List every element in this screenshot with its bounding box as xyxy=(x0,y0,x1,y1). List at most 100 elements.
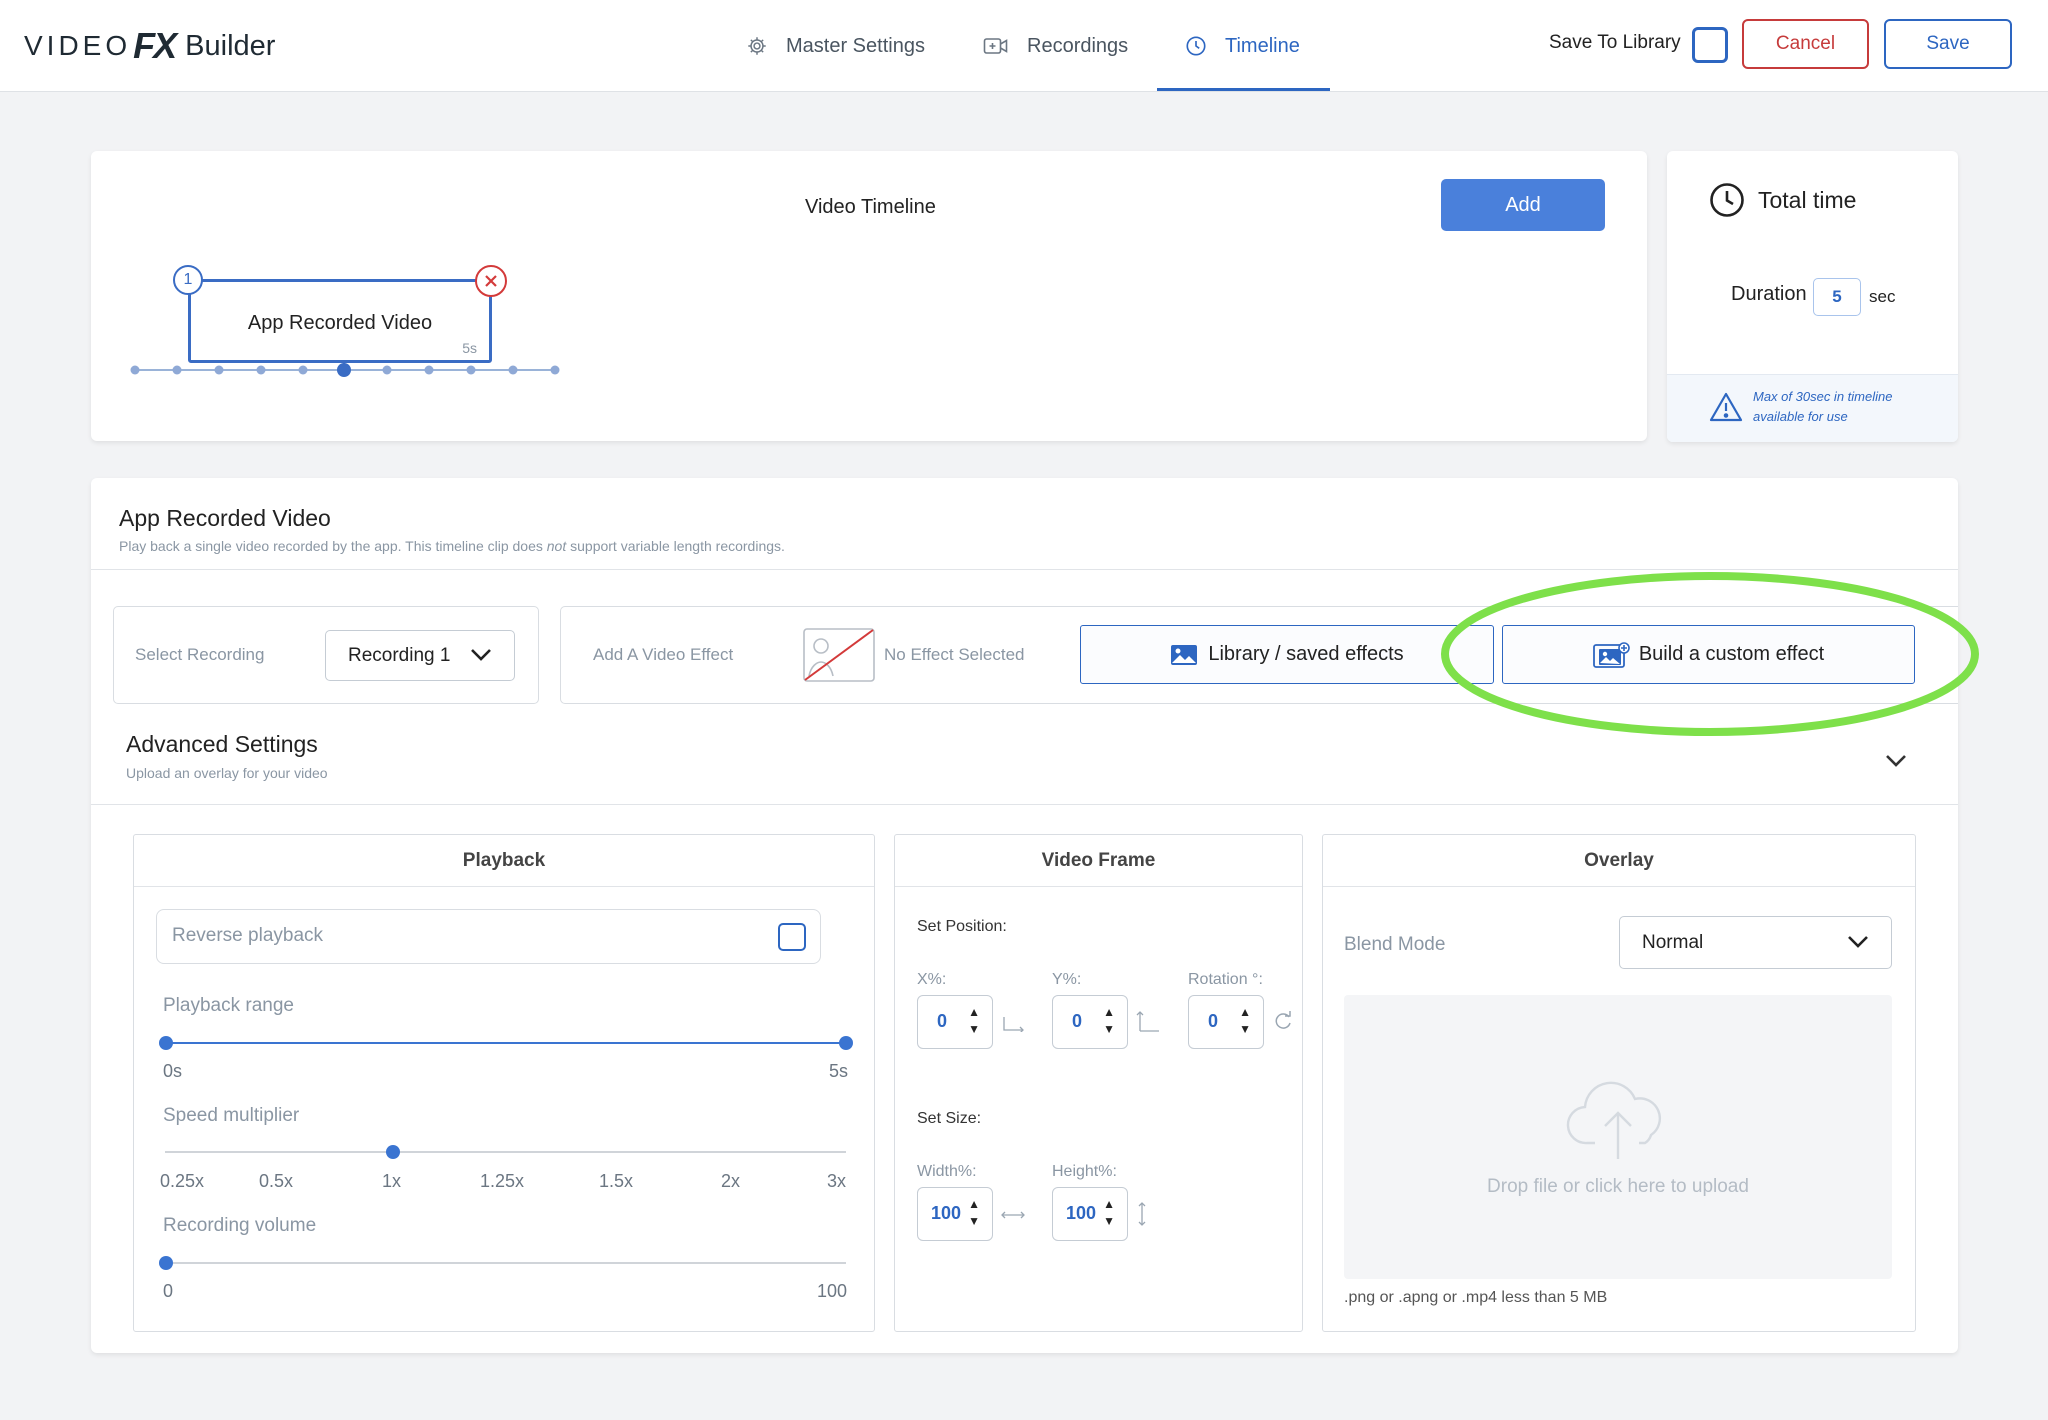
duration-unit: sec xyxy=(1869,287,1896,306)
y-percent-label: Y%: xyxy=(1052,971,1082,988)
x-percent-value: 0 xyxy=(936,1011,947,1031)
blend-mode-label: Blend Mode xyxy=(1344,934,1446,955)
select-recording-label: Select Recording xyxy=(135,645,265,664)
timeline-clip[interactable]: App Recorded Video 5s xyxy=(188,279,492,363)
advanced-settings-title: Advanced Settings xyxy=(126,731,318,757)
app-logo[interactable]: VIDEO FX Builder xyxy=(24,25,275,66)
set-position-label: Set Position: xyxy=(917,918,1007,935)
height-percent-label: Height%: xyxy=(1052,1163,1117,1180)
speed-tick: 1x xyxy=(382,1171,402,1191)
width-percent-stepper[interactable]: 100 ▲ ▼ xyxy=(917,1187,993,1241)
advanced-settings-subtitle: Upload an overlay for your video xyxy=(126,765,328,781)
chevron-down-icon xyxy=(1847,933,1869,955)
y-percent-stepper[interactable]: 0 ▲ ▼ xyxy=(1052,995,1128,1049)
video-frame-panel-title: Video Frame xyxy=(895,835,1302,887)
recording-select[interactable]: Recording 1 xyxy=(325,630,515,681)
speed-tick: 2x xyxy=(721,1171,741,1191)
recording-volume-handle[interactable] xyxy=(159,1256,173,1270)
remove-clip-button[interactable] xyxy=(475,265,507,297)
clock-icon xyxy=(1185,35,1207,57)
subtitle-text-post: support variable length recordings. xyxy=(566,538,785,554)
rotation-stepper[interactable]: 0 ▲ ▼ xyxy=(1188,995,1264,1049)
speed-multiplier-handle[interactable] xyxy=(386,1145,400,1159)
x-percent-stepper[interactable]: 0 ▲ ▼ xyxy=(917,995,993,1049)
clip-detail-title: App Recorded Video xyxy=(119,505,331,531)
y-percent-value: 0 xyxy=(1071,1011,1082,1031)
rotate-icon xyxy=(1273,1011,1293,1036)
video-frame-panel: Video Frame xyxy=(894,834,1303,1332)
save-button[interactable]: Save xyxy=(1884,19,2012,69)
recording-volume-slider[interactable] xyxy=(165,1262,846,1264)
logo-video-text: VIDEO xyxy=(24,30,132,61)
warning-icon xyxy=(1709,392,1743,427)
volume-min: 0 xyxy=(163,1281,174,1301)
save-to-library-checkbox[interactable] xyxy=(1692,27,1728,63)
add-clip-button[interactable]: Add xyxy=(1441,179,1605,231)
x-percent-label: X%: xyxy=(917,971,947,988)
cancel-button[interactable]: Cancel xyxy=(1742,19,1869,69)
stepper-arrows-icon[interactable]: ▲ ▼ xyxy=(968,1004,980,1038)
active-tab-underline xyxy=(1157,88,1330,91)
subtitle-text-pre: Play back a single video recorded by the… xyxy=(119,538,547,554)
overlay-upload-dropzone[interactable]: Drop file or click here to upload xyxy=(1344,995,1892,1279)
divider xyxy=(91,804,1958,805)
height-percent-value: 100 xyxy=(1065,1203,1097,1223)
clip-number-badge: 1 xyxy=(173,265,203,295)
set-size-label: Set Size: xyxy=(917,1110,982,1127)
rotation-value: 0 xyxy=(1207,1011,1218,1031)
playback-range-min: 0s xyxy=(163,1061,183,1081)
chevron-down-icon[interactable] xyxy=(1885,754,1907,773)
clip-label: App Recorded Video xyxy=(247,312,433,334)
move-vertical-icon xyxy=(1136,1009,1162,1038)
close-icon xyxy=(484,274,498,288)
tab-timeline[interactable]: Timeline xyxy=(1185,0,1300,92)
save-to-library-label: Save To Library xyxy=(1549,32,1681,53)
width-percent-label: Width%: xyxy=(917,1163,977,1180)
duration-field[interactable]: 5 xyxy=(1813,278,1861,316)
width-percent-value: 100 xyxy=(930,1203,962,1223)
playback-range-slider[interactable] xyxy=(165,1042,846,1044)
speed-multiplier-label: Speed multiplier xyxy=(163,1105,300,1126)
library-effects-button[interactable]: Library / saved effects xyxy=(1080,625,1494,684)
upload-prompt: Drop file or click here to upload xyxy=(1487,1176,1749,1197)
stepper-arrows-icon[interactable]: ▲ ▼ xyxy=(1103,1196,1115,1230)
playback-panel-title: Playback xyxy=(134,835,874,887)
upload-file-hint: .png or .apng or .mp4 less than 5 MB xyxy=(1344,1289,1608,1306)
clip-duration: 5s xyxy=(462,340,477,356)
logo-fx-text: FX xyxy=(133,25,177,66)
reverse-playback-checkbox[interactable] xyxy=(778,923,806,951)
overlay-panel-title: Overlay xyxy=(1323,835,1915,887)
chevron-down-icon xyxy=(470,646,492,668)
no-effect-label: No Effect Selected xyxy=(884,645,1025,664)
library-effects-label: Library / saved effects xyxy=(1208,643,1404,665)
total-time-title: Total time xyxy=(1758,187,1857,213)
tab-master-settings[interactable]: Master Settings xyxy=(746,0,925,92)
move-horizontal-icon xyxy=(1002,1016,1026,1037)
playback-range-max: 5s xyxy=(829,1061,849,1081)
speed-multiplier-slider[interactable] xyxy=(165,1151,846,1153)
total-time-footer: Max of 30sec in timeline available for u… xyxy=(1667,374,1958,442)
height-percent-stepper[interactable]: 100 ▲ ▼ xyxy=(1052,1187,1128,1241)
playback-range-label: Playback range xyxy=(163,995,294,1016)
stepper-arrows-icon[interactable]: ▲ ▼ xyxy=(1239,1004,1251,1038)
speed-tick: 3x xyxy=(827,1171,847,1191)
highlight-annotation xyxy=(1441,572,1979,736)
tab-master-settings-label: Master Settings xyxy=(786,34,925,57)
stepper-arrows-icon[interactable]: ▲ ▼ xyxy=(968,1196,980,1230)
stepper-arrows-icon[interactable]: ▲ ▼ xyxy=(1103,1004,1115,1038)
clip-detail-subtitle: Play back a single video recorded by the… xyxy=(119,538,785,554)
time-limit-note: Max of 30sec in timeline available for u… xyxy=(1753,389,1893,424)
tab-timeline-label: Timeline xyxy=(1225,34,1300,57)
duration-label: Duration xyxy=(1731,283,1807,305)
reverse-playback-row[interactable]: Reverse playback xyxy=(156,909,821,964)
recording-volume-label: Recording volume xyxy=(163,1215,317,1236)
height-arrows-icon xyxy=(1136,1201,1148,1232)
app-header: VIDEO FX Builder Master Settings Recordi… xyxy=(0,0,2048,92)
blend-mode-select[interactable]: Normal xyxy=(1619,916,1892,969)
add-effect-label: Add A Video Effect xyxy=(593,645,734,664)
playback-range-end-handle[interactable] xyxy=(839,1036,853,1050)
clock-icon xyxy=(1709,182,1745,223)
playback-range-start-handle[interactable] xyxy=(159,1036,173,1050)
tab-recordings[interactable]: Recordings xyxy=(983,0,1128,92)
volume-max: 100 xyxy=(817,1281,848,1301)
